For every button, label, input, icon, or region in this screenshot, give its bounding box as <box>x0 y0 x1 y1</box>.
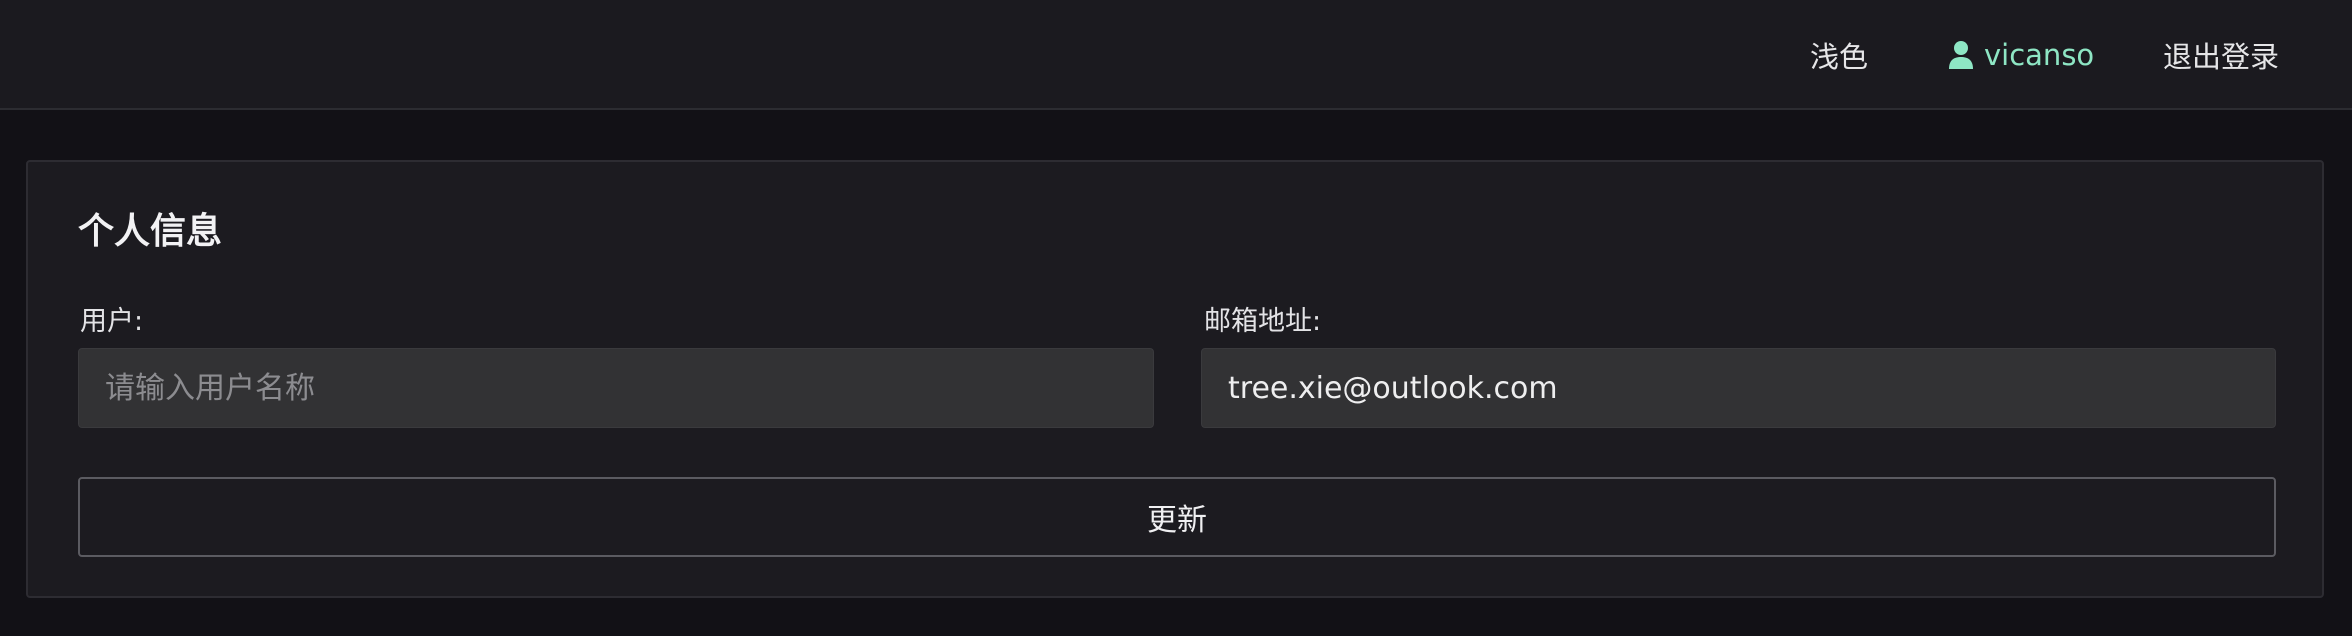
logout-label: 退出登录 <box>2163 40 2280 74</box>
logout-link[interactable]: 退出登录 <box>2163 0 2279 110</box>
theme-toggle-link[interactable]: 浅色 <box>1810 0 1868 110</box>
username-input[interactable] <box>78 348 1154 428</box>
profile-title: 个人信息 <box>78 211 223 252</box>
user-icon <box>1948 40 1974 70</box>
user-menu[interactable]: vicanso <box>1948 0 2094 110</box>
profile-card: 个人信息 用户: 邮箱地址: 更新 <box>26 160 2324 598</box>
top-navigation-bar: 浅色 vicanso 退出登录 <box>0 0 2352 110</box>
email-input[interactable] <box>1201 348 2276 428</box>
email-field-label: 邮箱地址: <box>1204 306 1322 337</box>
user-field-label: 用户: <box>80 306 144 337</box>
username-label: vicanso <box>1984 38 2095 72</box>
update-button[interactable]: 更新 <box>78 477 2276 557</box>
theme-toggle-label: 浅色 <box>1810 40 1869 74</box>
